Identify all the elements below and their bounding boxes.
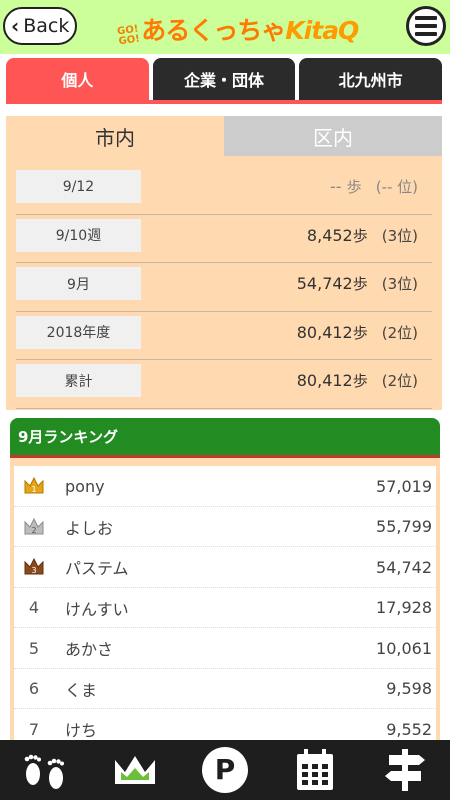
- stat-row-total: 累計 80,412 歩 (2位): [6, 360, 442, 409]
- ranking-row[interactable]: 1 pony 57,019: [14, 466, 436, 507]
- stat-unit: 歩: [352, 372, 368, 390]
- ranking-position: 7: [28, 719, 40, 739]
- ranking-title: 9月ランキング: [10, 418, 440, 458]
- hamburger-menu-icon[interactable]: [406, 6, 446, 46]
- tab-company-group[interactable]: 企業・団体: [152, 58, 296, 100]
- ranking-name: けんすい: [65, 599, 129, 619]
- stat-row-month: 9月 54,742 歩 (3位): [6, 263, 442, 312]
- signpost-icon: [385, 749, 425, 791]
- back-button[interactable]: ‹ Back: [3, 7, 77, 45]
- stat-unit: 歩: [352, 275, 368, 293]
- parking-icon: P: [202, 747, 248, 793]
- logo-goco: GO! GO!: [117, 24, 141, 48]
- menu-line: [415, 32, 437, 36]
- stat-value: 54,742 歩 (3位): [297, 263, 418, 304]
- ranking-position: 4: [28, 598, 40, 617]
- ranking-row[interactable]: 5 あかさ 10,061: [14, 628, 436, 669]
- stat-period-label: 2018年度: [16, 315, 141, 349]
- nav-ranking[interactable]: [90, 740, 180, 800]
- logo-main-text: あるくっちゃ: [141, 16, 286, 45]
- tab-underline: [6, 100, 442, 104]
- silver-crown-icon: 2: [20, 507, 48, 547]
- stat-rank: (2位): [381, 372, 418, 390]
- menu-line: [415, 16, 437, 20]
- ranking-name: けち: [65, 721, 98, 740]
- stat-period-label: 9月: [16, 267, 141, 300]
- gold-crown-icon: 1: [20, 466, 48, 506]
- stat-unit: 歩: [346, 178, 362, 196]
- stat-period-label: 累計: [16, 364, 141, 397]
- stat-period-label: 9/12: [16, 170, 141, 203]
- ranking-row[interactable]: 4 けんすい 17,928: [14, 588, 436, 628]
- ranking-row[interactable]: 2 よしお 55,799: [14, 507, 436, 547]
- stat-value: 80,412 歩 (2位): [297, 360, 418, 401]
- stat-rank: (2位): [381, 323, 418, 342]
- nav-calendar[interactable]: [270, 740, 360, 800]
- ranking-name: あかさ: [65, 640, 114, 659]
- ranking-steps: 17,928: [376, 598, 432, 617]
- crown-icon: [115, 756, 155, 784]
- ranking-steps: 57,019: [376, 476, 432, 496]
- svg-text:1: 1: [31, 485, 36, 494]
- ranking-name: よしお: [65, 518, 114, 538]
- svg-text:3: 3: [31, 566, 36, 575]
- ranking-name: くま: [65, 680, 98, 700]
- stat-value: 8,452 歩 (3位): [307, 215, 418, 256]
- stat-steps: --: [330, 177, 342, 196]
- logo-kitaq-text: KitaQ: [285, 16, 359, 45]
- calendar-icon: [297, 749, 333, 790]
- stat-steps: 54,742: [296, 274, 353, 293]
- back-button-label: Back: [23, 15, 70, 37]
- stat-row-today: 9/12 -- 歩 (-- 位): [6, 166, 442, 215]
- stat-rank: (3位): [381, 275, 418, 293]
- stat-steps: 80,412: [296, 371, 353, 390]
- stats-list: 9/12 -- 歩 (-- 位) 9/10週 8,452 歩 (3位) 9月 54…: [6, 166, 442, 409]
- ranking-row[interactable]: 6 くま 9,598: [14, 669, 436, 709]
- footprints-icon: [24, 754, 64, 789]
- stat-value: 80,412 歩 (2位): [297, 312, 418, 353]
- nav-steps[interactable]: [0, 740, 90, 800]
- bottom-nav: P: [0, 740, 450, 800]
- stat-value: -- 歩 (-- 位): [330, 166, 418, 207]
- stat-rank: (3位): [381, 226, 418, 245]
- stat-row-fiscal-year: 2018年度 80,412 歩 (2位): [6, 312, 442, 361]
- app-header: ‹ Back GO! GO! あるくっちゃ KitaQ: [0, 0, 450, 54]
- stat-steps: 8,452: [306, 225, 353, 245]
- stat-unit: 歩: [352, 323, 368, 342]
- tab-kitakyushu-city[interactable]: 北九州市: [299, 58, 443, 100]
- stats-panel: 市内 区内 9/12 -- 歩 (-- 位) 9/10週 8,452 歩 (3位)…: [6, 116, 442, 410]
- bronze-crown-icon: 3: [20, 547, 48, 587]
- menu-line: [415, 24, 437, 28]
- chevron-left-icon: ‹: [11, 14, 20, 38]
- area-tabs: 市内 区内: [6, 116, 442, 156]
- tab-individual[interactable]: 個人: [6, 58, 149, 100]
- app-logo: GO! GO! あるくっちゃ KitaQ: [117, 10, 360, 48]
- ranking-position: 6: [28, 679, 40, 698]
- ranking-list: 1 pony 57,019 2 よしお 55,799 3 パステム 54,742…: [14, 466, 436, 740]
- ranking-steps: 55,799: [376, 517, 432, 536]
- stat-unit: 歩: [352, 226, 368, 245]
- nav-routes[interactable]: [360, 740, 450, 800]
- tab-ward[interactable]: 区内: [224, 116, 442, 156]
- ranking-panel[interactable]: 1 pony 57,019 2 よしお 55,799 3 パステム 54,742…: [10, 458, 440, 740]
- ranking-name: pony: [65, 476, 105, 496]
- stat-rank: (-- 位): [375, 178, 418, 196]
- ranking-row[interactable]: 3 パステム 54,742: [14, 547, 436, 588]
- ranking-position: 5: [28, 638, 40, 658]
- nav-points[interactable]: P: [180, 740, 270, 800]
- logo-goco-bottom: GO!: [117, 33, 141, 48]
- stat-steps: 80,412: [296, 322, 353, 342]
- ranking-steps: 54,742: [376, 557, 432, 577]
- stat-row-week: 9/10週 8,452 歩 (3位): [6, 215, 442, 264]
- ranking-name: パステム: [65, 559, 129, 578]
- ranking-steps: 9,552: [386, 719, 432, 739]
- ranking-steps: 10,061: [376, 638, 432, 658]
- tab-city[interactable]: 市内: [6, 116, 224, 156]
- category-tabs: 個人 企業・団体 北九州市: [6, 58, 443, 100]
- ranking-row[interactable]: 7 けち 9,552: [14, 709, 436, 741]
- ranking-steps: 9,598: [386, 679, 432, 698]
- stat-period-label: 9/10週: [16, 218, 141, 252]
- svg-text:P: P: [215, 753, 236, 786]
- svg-text:2: 2: [31, 526, 36, 535]
